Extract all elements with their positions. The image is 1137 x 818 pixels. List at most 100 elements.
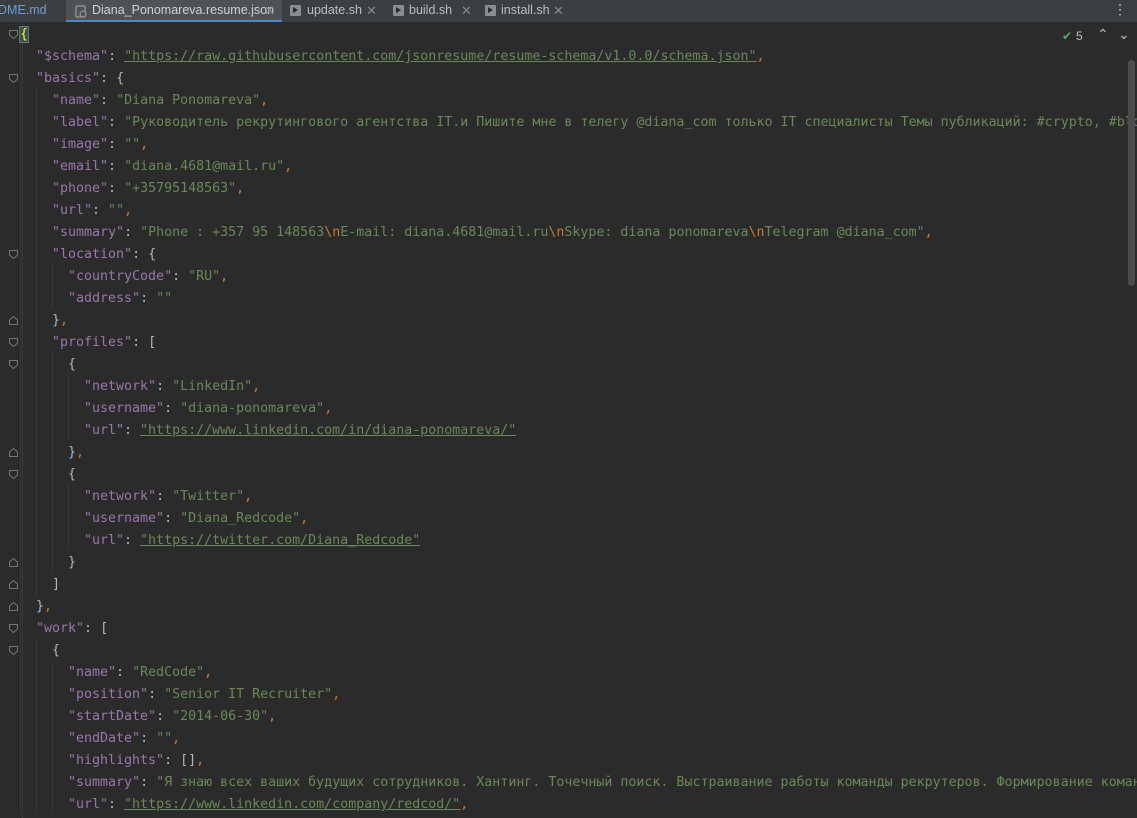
bracket: ] <box>52 577 61 592</box>
bracket: [ <box>148 335 157 350</box>
code-line: "email": "diana.4681@mail.ru", <box>52 159 293 174</box>
json-key: "address" <box>68 291 141 306</box>
editor-tab-bar: DME.md Diana_Ponomareva.resume.json ✕ up… <box>0 0 1137 23</box>
indent-guide <box>52 352 53 574</box>
json-url-value[interactable]: "https://raw.githubusercontent.com/jsonr… <box>124 49 756 64</box>
check-icon: ✔ <box>1062 29 1073 43</box>
brace: { <box>68 357 77 372</box>
json-key: "username" <box>84 401 165 416</box>
gutter-divider <box>22 22 23 818</box>
fold-open-icon[interactable] <box>9 30 18 39</box>
close-tab-icon[interactable]: ✕ <box>264 0 275 21</box>
json-key: "work" <box>36 621 85 636</box>
fold-close-icon[interactable] <box>9 558 18 567</box>
fold-open-icon[interactable] <box>9 646 18 655</box>
indent-guide <box>68 374 69 440</box>
code-line: "username": "diana-ponomareva", <box>84 401 333 416</box>
json-string-value: "Руководитель рекрутингового агентства I… <box>124 115 1137 130</box>
json-key: "phone" <box>52 181 109 196</box>
code-line: "basics": { <box>36 71 125 86</box>
json-url-value[interactable]: "https://twitter.com/Diana_Redcode" <box>140 533 420 548</box>
code-line: "profiles": [ <box>52 335 157 350</box>
indent-guide <box>20 44 21 814</box>
vertical-scrollbar[interactable] <box>1128 60 1135 286</box>
code-line: ] <box>52 574 60 596</box>
brace: { <box>68 467 77 482</box>
json-url-value[interactable]: "https://www.linkedin.com/in/diana-ponom… <box>140 423 516 438</box>
json-key: "location" <box>52 247 133 262</box>
json-key: "name" <box>52 93 101 108</box>
code-editor[interactable]: { "$schema": "https://raw.githubusercont… <box>0 22 1137 818</box>
code-line: }, <box>68 445 85 460</box>
fold-close-icon[interactable] <box>9 602 18 611</box>
json-key: "highlights" <box>68 753 165 768</box>
code-line: }, <box>36 599 53 614</box>
fold-open-icon[interactable] <box>9 624 18 633</box>
fold-close-icon[interactable] <box>9 448 18 457</box>
shell-script-icon <box>485 5 496 16</box>
code-line: "startDate": "2014-06-30", <box>68 709 277 724</box>
indent-guide <box>68 484 69 550</box>
code-line: "summary": "Phone : +357 95 148563\nE-ma… <box>52 225 933 240</box>
indent-guide <box>52 662 53 814</box>
code-line: } <box>68 552 76 574</box>
json-string-value: "RU" <box>188 269 221 284</box>
json-key: "url" <box>52 203 93 218</box>
code-line: "name": "RedCode", <box>68 665 213 680</box>
json-string-value: "diana-ponomareva" <box>180 401 325 416</box>
fold-close-icon[interactable] <box>9 580 18 589</box>
close-tab-icon[interactable]: ✕ <box>461 0 472 21</box>
previous-highlight-icon[interactable]: ⌃ <box>1097 26 1109 43</box>
fold-open-icon[interactable] <box>9 360 18 369</box>
fold-open-icon[interactable] <box>9 250 18 259</box>
more-options-icon[interactable]: ⋮ <box>1113 1 1127 18</box>
code-line: "label": "Руководитель рекрутингового аг… <box>52 112 1137 134</box>
indent-guide <box>36 88 37 596</box>
json-string-value: E-mail: diana.4681@mail.ru <box>340 225 549 240</box>
json-string-value: "Я знаю всех ваших будущих сотрудников. … <box>156 775 1137 790</box>
tab-update-sh[interactable]: update.sh ✕ <box>288 0 380 22</box>
code-line: "username": "Diana_Redcode", <box>84 511 309 526</box>
code-line: "phone": "+35795148563", <box>52 181 245 196</box>
code-line: "url": "https://twitter.com/Diana_Redcod… <box>84 533 421 548</box>
fold-close-icon[interactable] <box>9 316 18 325</box>
json-key: "countryCode" <box>68 269 173 284</box>
json-string-value: "2014-06-30" <box>172 709 269 724</box>
code-line: "image": "", <box>52 137 149 152</box>
tab-readme[interactable]: DME.md <box>0 0 64 22</box>
json-key: "network" <box>84 489 157 504</box>
code-line: "$schema": "https://raw.githubuserconten… <box>36 49 765 64</box>
json-url-value[interactable]: "https://www.linkedin.com/company/redcod… <box>124 797 460 812</box>
code-line: "url": "https://www.linkedin.com/in/dian… <box>84 423 517 438</box>
inspection-widget[interactable]: ✔ 5 ⌃ ⌄ <box>1055 26 1137 46</box>
json-key: "url" <box>84 423 125 438</box>
json-key: "position" <box>68 687 149 702</box>
escape-sequence: \n <box>324 225 341 240</box>
matched-brace: { <box>18 26 30 43</box>
code-line: "network": "LinkedIn", <box>84 379 261 394</box>
tab-build-sh[interactable]: build.sh ✕ <box>391 0 477 22</box>
fold-open-icon[interactable] <box>9 74 18 83</box>
fold-open-icon[interactable] <box>9 470 18 479</box>
json-string-value: "RedCode" <box>132 665 205 680</box>
tab-label: build.sh <box>409 3 453 17</box>
code-line: { <box>52 640 60 662</box>
code-line: "endDate": "", <box>68 731 181 746</box>
json-key: "startDate" <box>68 709 157 724</box>
indent-guide <box>52 264 53 308</box>
fold-open-icon[interactable] <box>9 338 18 347</box>
code-line: { <box>68 354 76 376</box>
next-highlight-icon[interactable]: ⌄ <box>1118 26 1130 43</box>
escape-sequence: \n <box>548 225 565 240</box>
tab-label: update.sh <box>307 3 362 17</box>
bracket: [ <box>100 621 109 636</box>
json-string-value: Telegram @diana_com" <box>764 225 925 240</box>
tab-resume-json[interactable]: Diana_Ponomareva.resume.json ✕ <box>66 0 282 22</box>
json-key: "endDate" <box>68 731 141 746</box>
close-tab-icon[interactable]: ✕ <box>366 0 377 21</box>
close-tab-icon[interactable]: ✕ <box>553 0 564 21</box>
json-string-value: "" <box>124 137 141 152</box>
json-string-value: "Twitter" <box>172 489 245 504</box>
tab-install-sh[interactable]: install.sh ✕ <box>483 0 569 22</box>
code-line: "position": "Senior IT Recruiter", <box>68 687 341 702</box>
